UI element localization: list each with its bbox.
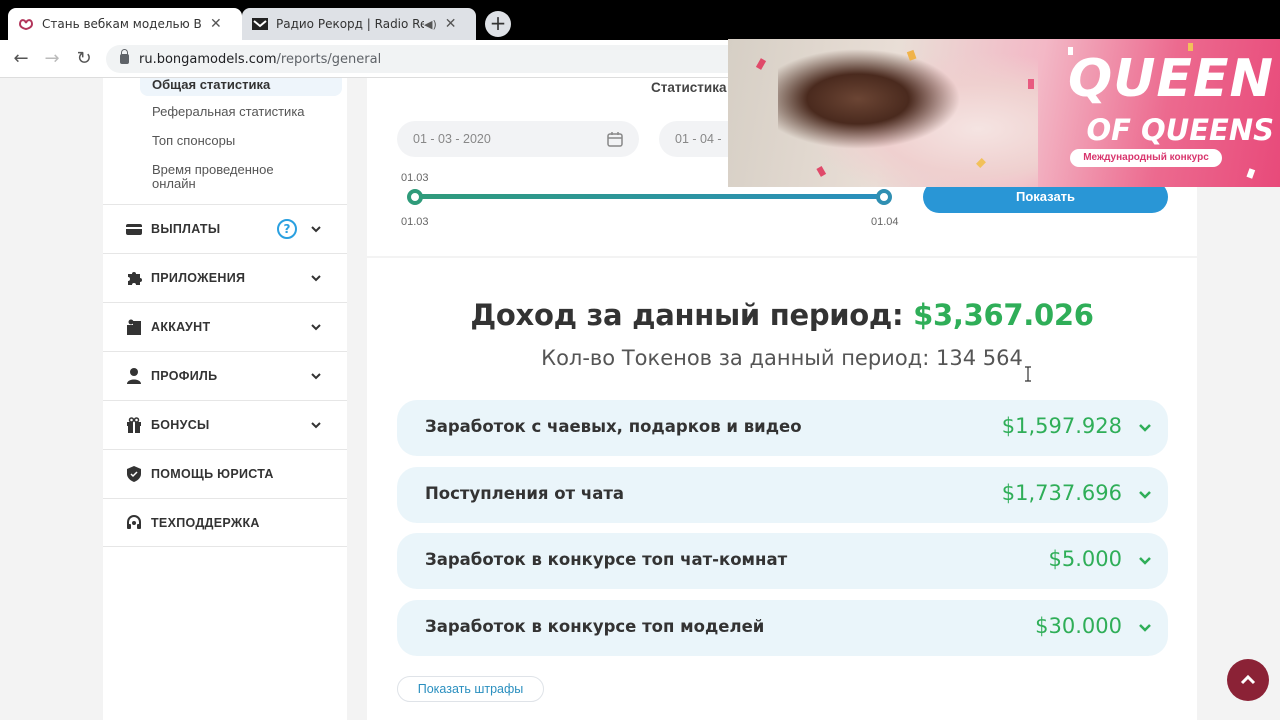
sidebar-item-referral-stats[interactable]: Реферальная статистика bbox=[152, 105, 305, 119]
url-path: /reports/general bbox=[276, 51, 382, 67]
sidebar-section-account[interactable]: АККАУНТ bbox=[103, 302, 347, 351]
sidebar-section-bonuses[interactable]: БОНУСЫ bbox=[103, 400, 347, 449]
chevron-down-icon[interactable] bbox=[1138, 421, 1152, 435]
browser-tab-bar: Стань вебкам моделью BongaC ✕ Радио Реко… bbox=[0, 0, 1280, 40]
sidebar-section-label: ПОМОЩЬ ЮРИСТА bbox=[151, 467, 274, 481]
text-cursor-icon bbox=[1025, 366, 1031, 382]
chevron-down-icon[interactable] bbox=[1138, 621, 1152, 635]
credit-card-icon bbox=[126, 224, 142, 235]
sidebar-section-legal-help[interactable]: ПОМОЩЬ ЮРИСТА bbox=[103, 449, 347, 498]
tokens-value: 134 564 bbox=[935, 346, 1023, 370]
income-summary: Доход за данный период: $3,367.026 bbox=[367, 298, 1197, 332]
sidebar-item-top-sponsors[interactable]: Топ спонсоры bbox=[152, 134, 235, 148]
earnings-row-amount: $1,597.928 bbox=[1001, 414, 1122, 438]
scroll-to-top-button[interactable] bbox=[1227, 659, 1269, 701]
stats-title: Статистика bbox=[651, 80, 727, 95]
earnings-row-amount: $5.000 bbox=[1048, 547, 1122, 571]
earnings-row-label: Заработок в конкурсе топ моделей bbox=[425, 617, 765, 636]
slider-end-handle[interactable] bbox=[876, 189, 892, 205]
user-icon bbox=[127, 368, 141, 384]
ad-title-line1: QUEEN bbox=[1068, 49, 1274, 109]
earnings-row-label: Поступления от чата bbox=[425, 484, 625, 503]
earnings-row-amount: $1,737.696 bbox=[1001, 481, 1122, 505]
sidebar-item-online-time[interactable]: Время проведенное онлайн bbox=[152, 163, 302, 191]
earnings-panel: Доход за данный период: $3,367.026 Кол-в… bbox=[367, 258, 1197, 720]
ad-title-line2: OF QUEENS bbox=[1086, 113, 1274, 147]
puzzle-icon bbox=[128, 272, 142, 285]
tab-title: Стань вебкам моделью BongaC bbox=[42, 17, 202, 31]
tab-radio-record[interactable]: Радио Рекорд | Radio Recor ◀) ✕ bbox=[242, 8, 476, 40]
show-fines-button[interactable]: Показать штрафы bbox=[397, 676, 544, 702]
headset-icon bbox=[127, 514, 141, 529]
chevron-down-icon[interactable] bbox=[1138, 554, 1152, 568]
url-host: ru.bongamodels.com bbox=[139, 51, 277, 67]
sidebar-section-label: АККАУНТ bbox=[151, 320, 211, 334]
slider-top-label: 01.03 bbox=[401, 172, 429, 184]
help-icon[interactable]: ? bbox=[277, 219, 297, 239]
calendar-icon[interactable] bbox=[607, 131, 623, 147]
chevron-down-icon bbox=[311, 373, 321, 380]
tab-bongamodels[interactable]: Стань вебкам моделью BongaC ✕ bbox=[8, 8, 242, 40]
slider-end-label: 01.04 bbox=[871, 216, 899, 228]
tab-close-icon[interactable]: ✕ bbox=[445, 16, 457, 32]
sidebar-item-general-stats[interactable]: Общая статистика bbox=[140, 78, 342, 96]
sidebar-section-label: ТЕХПОДДЕРЖКА bbox=[151, 515, 260, 530]
chevron-down-icon bbox=[311, 275, 321, 282]
account-icon bbox=[127, 319, 141, 335]
slider-start-label: 01.03 bbox=[401, 216, 429, 228]
date-to-value: 01 - 04 - bbox=[675, 132, 722, 146]
earnings-row-chat[interactable]: Поступления от чата $1,737.696 bbox=[397, 467, 1168, 523]
slider-start-handle[interactable] bbox=[407, 189, 423, 205]
contest-ad-banner[interactable]: QUEEN OF QUEENS Международный конкурс bbox=[728, 39, 1280, 187]
sidebar-section-label: БОНУСЫ bbox=[151, 418, 210, 432]
earnings-row-amount: $30.000 bbox=[1035, 614, 1122, 638]
income-label: Доход за данный период: bbox=[470, 298, 904, 332]
sidebar-section-label: ВЫПЛАТЫ bbox=[151, 222, 221, 236]
earnings-row-top-chatrooms[interactable]: Заработок в конкурсе топ чат-комнат $5.0… bbox=[397, 533, 1168, 589]
sidebar-section-apps[interactable]: ПРИЛОЖЕНИЯ bbox=[103, 253, 347, 302]
radio-record-favicon-icon bbox=[252, 18, 268, 30]
chevron-down-icon bbox=[311, 324, 321, 331]
sidebar-section-label: ПРИЛОЖЕНИЯ bbox=[151, 271, 246, 285]
address-bar[interactable]: ru.bongamodels.com/reports/general bbox=[106, 45, 806, 73]
tokens-summary: Кол-во Токенов за данный период: 134 564 bbox=[367, 346, 1197, 370]
date-from-value: 01 - 03 - 2020 bbox=[413, 132, 491, 146]
chevron-down-icon bbox=[311, 422, 321, 429]
back-arrow-icon[interactable]: ← bbox=[9, 48, 33, 69]
sidebar-section-payouts[interactable]: ВЫПЛАТЫ ? bbox=[103, 204, 347, 253]
speaker-icon[interactable]: ◀) bbox=[424, 18, 437, 31]
earnings-row-label: Заработок в конкурсе топ чат-комнат bbox=[425, 550, 788, 569]
tab-title: Радио Рекорд | Radio Recor bbox=[276, 17, 424, 31]
reload-icon[interactable]: ↻ bbox=[72, 48, 96, 69]
sidebar-section-label: ПРОФИЛЬ bbox=[151, 369, 218, 383]
earnings-row-top-models[interactable]: Заработок в конкурсе топ моделей $30.000 bbox=[397, 600, 1168, 656]
sidebar-section-support[interactable]: ТЕХПОДДЕРЖКА bbox=[103, 498, 347, 547]
chevron-down-icon[interactable] bbox=[1138, 488, 1152, 502]
ad-subtitle: Международный конкурс bbox=[1070, 149, 1222, 167]
income-amount: $3,367.026 bbox=[913, 298, 1094, 332]
earnings-row-label: Заработок с чаевых, подарков и видео bbox=[425, 417, 802, 436]
shield-icon bbox=[127, 466, 141, 482]
date-from-field[interactable]: 01 - 03 - 2020 bbox=[397, 121, 639, 157]
chevron-up-icon bbox=[1240, 674, 1256, 685]
tokens-label: Кол-во Токенов за данный период: bbox=[541, 346, 930, 370]
forward-arrow-icon[interactable]: → bbox=[40, 48, 64, 69]
date-range-slider[interactable] bbox=[415, 194, 885, 199]
sidebar: Общая статистика Реферальная статистика … bbox=[103, 78, 347, 720]
new-tab-button[interactable]: + bbox=[485, 11, 511, 37]
chevron-down-icon bbox=[311, 226, 321, 233]
lock-icon bbox=[120, 49, 129, 64]
sidebar-section-profile[interactable]: ПРОФИЛЬ bbox=[103, 351, 347, 400]
tab-close-icon[interactable]: ✕ bbox=[210, 16, 222, 32]
gift-icon bbox=[127, 417, 141, 433]
earnings-row-tips[interactable]: Заработок с чаевых, подарков и видео $1,… bbox=[397, 400, 1168, 456]
bongacams-favicon-icon bbox=[18, 19, 34, 30]
